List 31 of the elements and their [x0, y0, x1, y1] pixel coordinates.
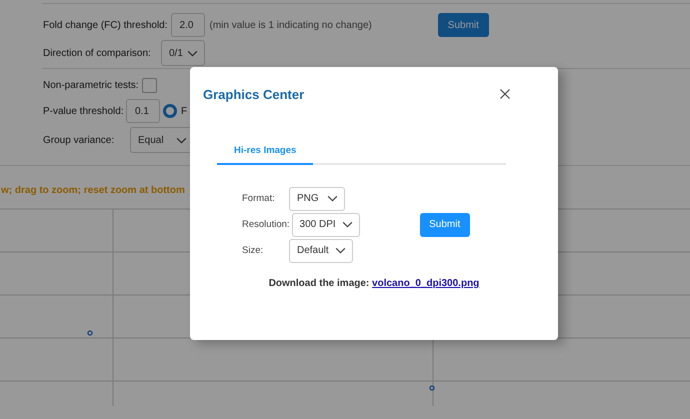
- caret-icon: [334, 247, 346, 254]
- threshold-input[interactable]: 2.0: [170, 13, 205, 37]
- close-icon[interactable]: [500, 89, 510, 99]
- direction-select[interactable]: 0/1: [161, 40, 205, 66]
- radio-button[interactable]: [163, 104, 177, 118]
- threshold-input[interactable]: 0.1: [126, 99, 160, 123]
- caret-icon: [187, 50, 198, 56]
- field-label: Size:: [242, 245, 264, 256]
- dialog-title: Graphics Center: [203, 86, 304, 102]
- download-text: Download the image: volcano_0_dpi300.png: [268, 278, 480, 289]
- download-link[interactable]: volcano_0_dpi300.png: [372, 278, 480, 289]
- field-label: Resolution:: [242, 219, 290, 230]
- hint-text: (min value is 1 indicating no change): [210, 20, 372, 30]
- checkbox[interactable]: [142, 78, 157, 92]
- plot-hint: w; drag to zoom; reset zoom at bottom: [1, 185, 186, 196]
- radio-label: F: [180, 106, 188, 116]
- caret-icon: [342, 221, 353, 228]
- field-label: Direction of comparison:: [42, 48, 152, 58]
- field-label: P-value threshold:: [42, 106, 123, 116]
- field-label: Non-parametric tests:: [42, 80, 139, 90]
- caret-icon: [176, 136, 187, 144]
- field-label: Group variance:: [42, 134, 116, 146]
- field-label: Format:: [242, 193, 276, 204]
- size-select[interactable]: Default: [289, 238, 353, 262]
- caret-icon: [327, 195, 338, 202]
- field-label: Fold change (FC) threshold:: [42, 20, 168, 30]
- submit-button[interactable]: Submit: [420, 212, 470, 236]
- format-select[interactable]: PNG: [289, 186, 345, 210]
- tab[interactable]: Hi-res Images: [217, 145, 314, 165]
- submit-button[interactable]: Submit: [438, 13, 489, 37]
- resolution-select[interactable]: 300 DPI: [292, 212, 360, 236]
